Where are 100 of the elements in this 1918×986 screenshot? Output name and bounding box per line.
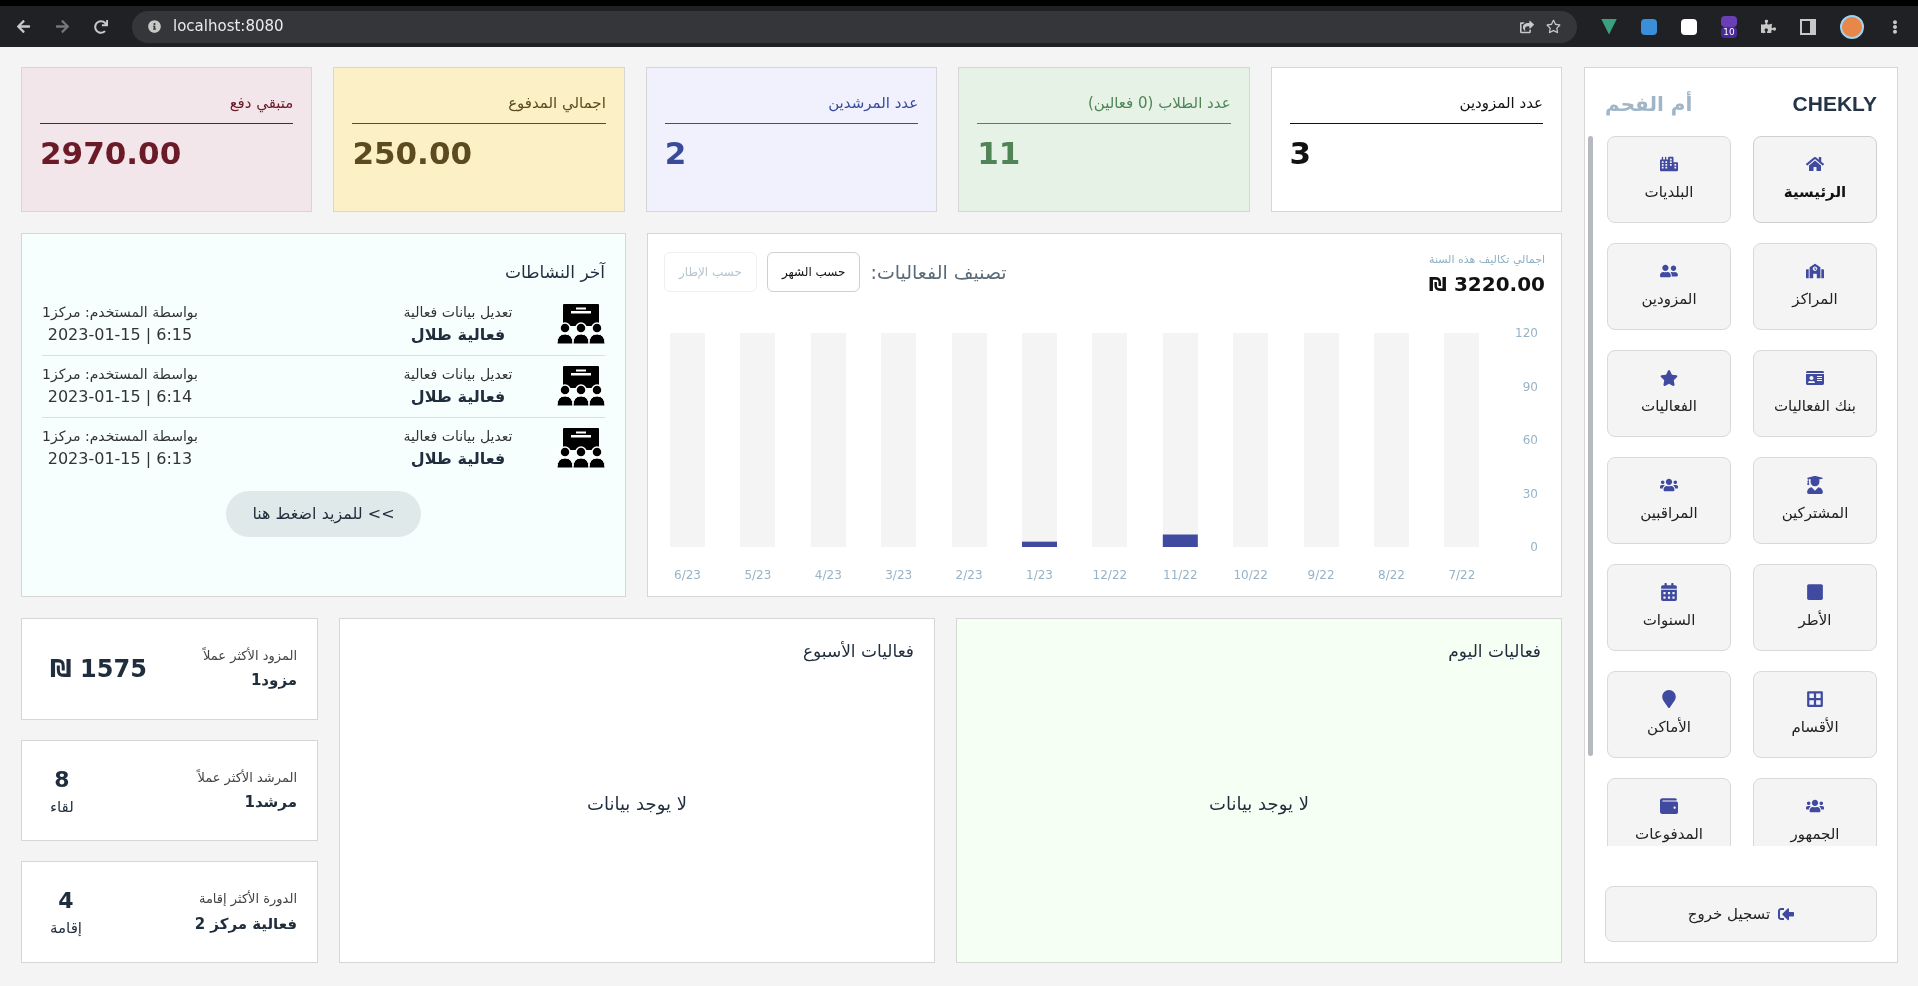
forward-icon[interactable] (55, 19, 70, 34)
square-icon (1806, 582, 1824, 601)
activity-name: فعالية طلال (410, 385, 506, 408)
panel-title: فعاليات اليوم (1447, 640, 1541, 663)
axis-category-label: 5/23 (743, 568, 771, 582)
audience-presentation-icon (557, 366, 605, 406)
axis-category-label: 2/23 (955, 568, 983, 582)
logout-button[interactable]: تسجيل خروج (1605, 886, 1877, 942)
top-card-name: فعالية مركز 2 (194, 913, 297, 935)
wallet-icon (1660, 796, 1678, 815)
axis-category-label: 1/23 (1025, 568, 1053, 582)
extensions-icon[interactable] (1761, 19, 1776, 34)
brand-name: CHEKLY (1792, 91, 1877, 117)
total-amount: 3220.00 ₪ (1428, 270, 1545, 298)
share-icon[interactable] (1520, 19, 1534, 34)
calendar-icon (1660, 582, 1678, 601)
bar (1021, 541, 1057, 547)
activity-action: تعديل بيانات فعالية (403, 426, 513, 446)
url-text: localhost:8080 (173, 16, 284, 38)
info-icon (148, 20, 161, 33)
panel-title: فعاليات الأسبوع (801, 640, 914, 664)
nav-tile[interactable]: المراقبين (1607, 456, 1731, 544)
axis-tick-label: 60 (1522, 433, 1538, 447)
axis-category-label: 10/22 (1232, 568, 1268, 582)
axis-category-label: 11/22 (1162, 568, 1198, 582)
top-card-label: المرشد الأكثر عملاً (197, 768, 297, 787)
nav-tile[interactable]: المراكز (1753, 242, 1877, 330)
axis-category-label: 9/22 (1307, 568, 1335, 582)
nav-tile[interactable]: المشتركين (1753, 456, 1877, 544)
axis-category-label: 4/23 (814, 568, 842, 582)
activity-user: بواسطة المستخدم: مركز1 (42, 302, 198, 323)
activity-user: بواسطة المستخدم: مركز1 (42, 364, 198, 385)
extension-icon[interactable] (1681, 18, 1697, 35)
chart-title: تصنيف الفعاليات: (870, 259, 1007, 285)
stat-value: 250.00 (352, 133, 474, 173)
star-icon (1660, 368, 1678, 387)
back-icon[interactable] (16, 19, 31, 34)
top-card-label: الدورة الأكثر إقامة (198, 889, 297, 909)
axis-tick-label: 120 (1514, 326, 1538, 340)
empty-message: لا يوجد بيانات (1209, 791, 1309, 817)
scrollbar-thumb[interactable] (1587, 135, 1593, 756)
stat-label: متبقي دفع (40, 92, 294, 124)
profile-avatar[interactable] (1840, 14, 1864, 39)
nav-tile[interactable]: الأقسام (1753, 670, 1877, 758)
top-card-name: مرشد1 (244, 792, 297, 813)
nav-tile[interactable]: السنوات (1607, 563, 1731, 651)
axis-tick-label: 90 (1522, 379, 1538, 394)
filter-button[interactable]: حسب الشهر (766, 252, 861, 292)
nav-tile[interactable]: المزودين (1607, 242, 1731, 330)
top-card-value: 8 (54, 765, 70, 794)
stat-label: عدد المرشدين (664, 92, 919, 124)
top-card-value: 4 (58, 887, 74, 916)
nav-tile[interactable]: الفعاليات (1607, 349, 1731, 437)
top-card-unit: لقاء (50, 796, 74, 818)
stat-label: عدد المزودين (1289, 92, 1543, 124)
activity-action: تعديل بيانات فعالية (403, 302, 513, 322)
nav-tile[interactable]: بنك الفعاليات (1753, 349, 1877, 437)
nav-tile[interactable]: المدفوعات (1607, 777, 1731, 846)
stat-value: 2 (664, 133, 688, 173)
stat-label: عدد الطلاب (0 فعالين) (977, 92, 1231, 124)
side-panel-icon[interactable] (1800, 18, 1816, 35)
graduate-icon (1806, 475, 1824, 494)
home-icon (1806, 154, 1824, 173)
axis-category-label: 6/23 (673, 568, 701, 582)
buildings-icon (1660, 154, 1678, 173)
stat-value: 3 (1289, 133, 1313, 173)
activity-name: فعالية طلال (410, 447, 506, 470)
activity-user: بواسطة المستخدم: مركز1 (42, 426, 198, 447)
reload-icon[interactable] (94, 19, 108, 34)
axis-tick-label: 0 (1529, 540, 1538, 554)
axis-tick-label: 30 (1522, 486, 1538, 501)
total-label: اجمالي تكاليف هذه السنة (1429, 252, 1545, 268)
top-card-unit: إقامة (50, 918, 82, 940)
stat-value: 11 (977, 133, 1022, 173)
stat-label: اجمالي المدفوع (352, 92, 606, 124)
activity-name: فعالية طلال (410, 323, 506, 346)
activity-time: 2023-01-15 | 6:15 (47, 323, 193, 346)
audience-presentation-icon (557, 428, 605, 468)
activity-time: 2023-01-15 | 6:13 (47, 447, 193, 470)
more-button[interactable]: للمزيد اضغط هنا << (226, 490, 421, 537)
nav-tile[interactable]: الأماكن (1607, 670, 1731, 758)
axis-category-label: 8/22 (1377, 568, 1405, 582)
nav-tile[interactable]: البلديات (1607, 135, 1731, 223)
top-card-name: مزود1 (250, 670, 297, 692)
id-card-icon (1806, 368, 1824, 387)
nav-tile[interactable]: الأطر (1753, 563, 1877, 651)
nav-tile[interactable]: الجمهور (1753, 777, 1877, 846)
stat-value: 2970.00 (40, 133, 183, 173)
bar (1162, 534, 1198, 547)
top-card-label: المزود الأكثر عملاً (203, 646, 297, 666)
audience-presentation-icon (557, 304, 605, 344)
address-bar[interactable]: localhost:8080 (132, 10, 1577, 43)
grid-icon (1806, 689, 1824, 708)
sign-in-arrow-icon (1778, 906, 1795, 922)
axis-category-label: 7/22 (1447, 568, 1475, 582)
top-card-value: 1575 ₪ (50, 653, 147, 685)
activity-action: تعديل بيانات فعالية (403, 364, 513, 384)
activity-time: 2023-01-15 | 6:14 (47, 385, 193, 408)
nav-tile[interactable]: الرئيسية (1753, 135, 1877, 223)
bookmark-star-icon[interactable] (1546, 19, 1561, 34)
